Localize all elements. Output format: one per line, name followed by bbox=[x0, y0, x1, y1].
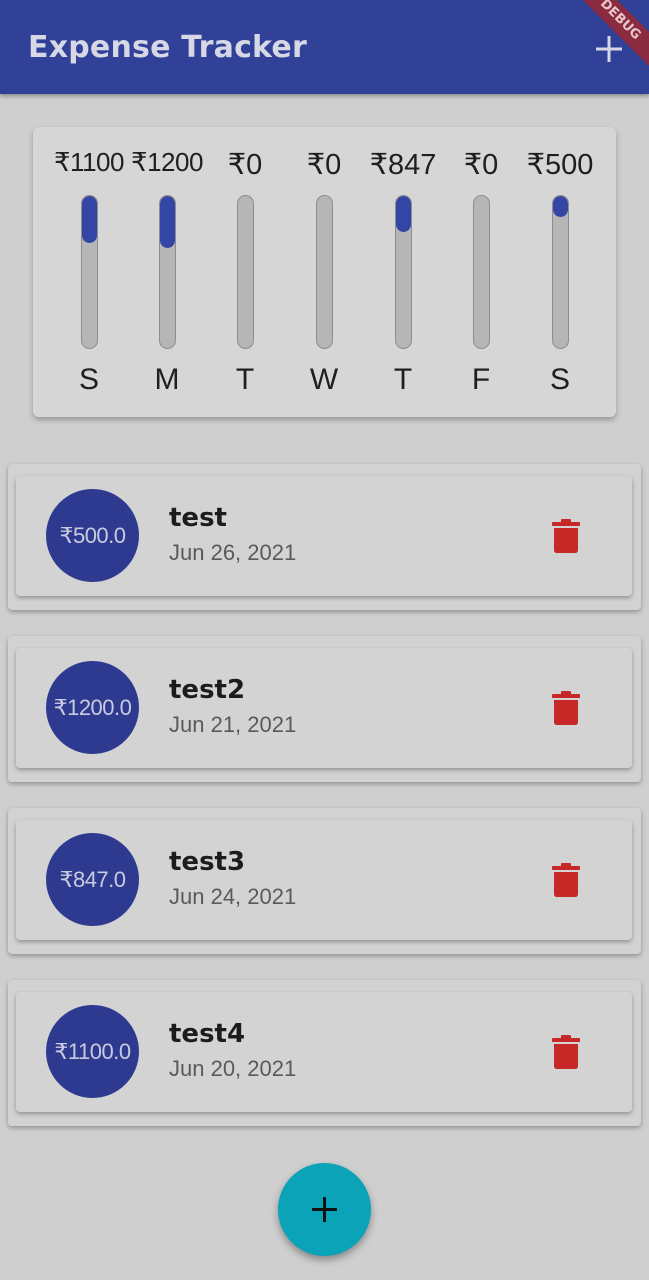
chart-bar-tuesday: ₹0 T bbox=[205, 127, 285, 417]
bar-amount: ₹0 bbox=[306, 149, 342, 181]
bar-amount: ₹847 bbox=[369, 149, 437, 181]
bar-amount: ₹1100 bbox=[54, 147, 124, 177]
bar-amount: ₹500 bbox=[526, 149, 594, 181]
transaction-date: Jun 20, 2021 bbox=[169, 1056, 297, 1081]
trash-icon[interactable] bbox=[552, 691, 580, 725]
chart-bar-friday: ₹0 F bbox=[441, 127, 521, 417]
trash-icon[interactable] bbox=[552, 519, 580, 553]
transaction-date: Jun 26, 2021 bbox=[169, 540, 297, 565]
bar-day-label: M bbox=[154, 363, 180, 396]
bar-day-label: F bbox=[471, 363, 491, 396]
transaction-title: test2 bbox=[169, 675, 246, 705]
weekly-chart: ₹1100 S ₹1200 M ₹0 T ₹0 W ₹847 T ₹0 F ₹5… bbox=[33, 127, 616, 417]
trash-icon[interactable] bbox=[552, 863, 580, 897]
transaction-title: test4 bbox=[169, 1019, 246, 1049]
bar-fill bbox=[553, 196, 568, 218]
bar-track bbox=[316, 195, 333, 349]
bar-fill bbox=[82, 196, 97, 244]
transaction-item: ₹500.0 test Jun 26, 2021 bbox=[8, 464, 641, 610]
transaction-card[interactable]: ₹500.0 test Jun 26, 2021 bbox=[16, 476, 632, 596]
bar-track bbox=[395, 195, 412, 349]
bar-amount: ₹1200 bbox=[131, 147, 203, 177]
chart-bar-monday: ₹1200 M bbox=[127, 127, 207, 417]
transaction-date: Jun 21, 2021 bbox=[169, 712, 297, 737]
amount-avatar: ₹847.0 bbox=[46, 833, 139, 926]
bar-day-label: S bbox=[78, 363, 99, 396]
bar-track bbox=[552, 195, 569, 349]
bar-day-label: S bbox=[549, 363, 570, 396]
chart-bar-thursday: ₹847 T bbox=[363, 127, 443, 417]
bar-track bbox=[237, 195, 254, 349]
bar-fill bbox=[396, 196, 411, 233]
bar-track bbox=[81, 195, 98, 349]
bar-day-label: T bbox=[393, 363, 413, 396]
bar-day-label: T bbox=[235, 363, 255, 396]
transaction-title: test3 bbox=[169, 847, 246, 877]
transaction-item: ₹1200.0 test2 Jun 21, 2021 bbox=[8, 636, 641, 782]
transaction-card[interactable]: ₹1100.0 test4 Jun 20, 2021 bbox=[16, 992, 632, 1112]
bar-track bbox=[159, 195, 176, 349]
transaction-item: ₹847.0 test3 Jun 24, 2021 bbox=[8, 808, 641, 954]
amount-avatar: ₹500.0 bbox=[46, 489, 139, 582]
bar-day-label: W bbox=[309, 363, 339, 396]
bar-track bbox=[473, 195, 490, 349]
amount-avatar: ₹1100.0 bbox=[46, 1005, 139, 1098]
app-title: Expense Tracker bbox=[28, 30, 307, 65]
trash-icon[interactable] bbox=[552, 1035, 580, 1069]
chart-bar-saturday: ₹500 S bbox=[520, 127, 600, 417]
add-transaction-button[interactable] bbox=[278, 1163, 371, 1256]
transaction-title: test bbox=[169, 503, 227, 533]
amount-avatar: ₹1200.0 bbox=[46, 661, 139, 754]
transaction-card[interactable]: ₹847.0 test3 Jun 24, 2021 bbox=[16, 820, 632, 940]
bar-amount: ₹0 bbox=[227, 149, 263, 181]
transaction-item: ₹1100.0 test4 Jun 20, 2021 bbox=[8, 980, 641, 1126]
transaction-card[interactable]: ₹1200.0 test2 Jun 21, 2021 bbox=[16, 648, 632, 768]
chart-bar-sunday: ₹1100 S bbox=[49, 127, 129, 417]
chart-bar-wednesday: ₹0 W bbox=[284, 127, 364, 417]
transaction-date: Jun 24, 2021 bbox=[169, 884, 297, 909]
app-bar: Expense Tracker DEBUG bbox=[0, 0, 649, 94]
bar-amount: ₹0 bbox=[463, 149, 499, 181]
bar-fill bbox=[160, 196, 175, 248]
plus-icon bbox=[312, 1197, 337, 1222]
